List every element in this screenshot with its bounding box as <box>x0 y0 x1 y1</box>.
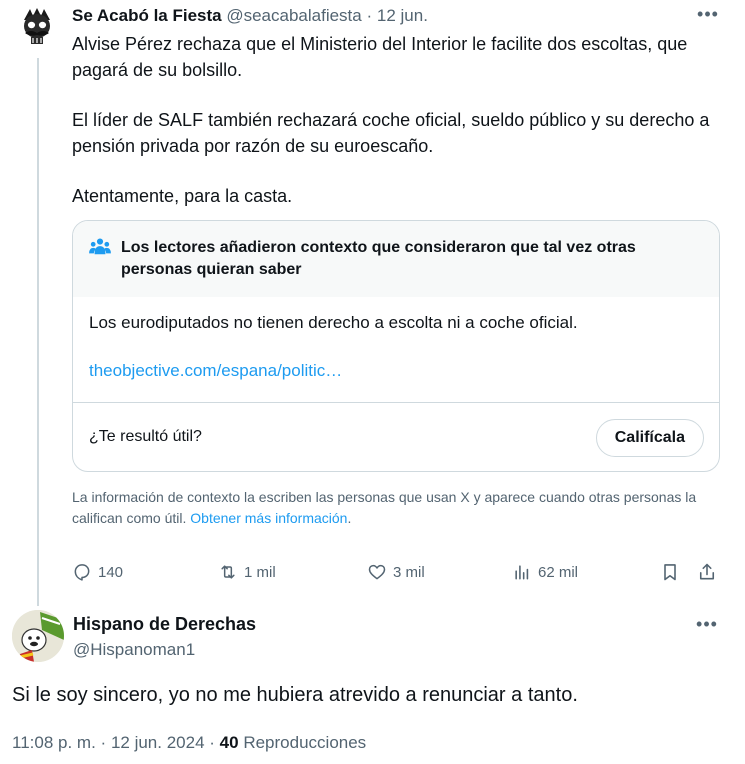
cartoon-avatar-icon <box>12 610 64 662</box>
community-note-disclaimer: La información de contexto la escriben l… <box>72 487 712 529</box>
post-header: Se Acabó la Fiesta @seacabalafiesta · 12… <box>72 6 428 26</box>
author-handle[interactable]: @seacabalafiesta <box>226 6 361 25</box>
share-button[interactable] <box>697 558 717 586</box>
community-note-header: Los lectores añadieron contexto que cons… <box>73 221 719 297</box>
meta-separator: · <box>100 733 107 752</box>
reply-author-avatar[interactable] <box>12 610 64 662</box>
header-separator: · <box>366 6 373 25</box>
community-note-footer: ¿Te resultó útil? Califícala <box>73 403 719 471</box>
post-text-paragraph: Atentamente, para la casta. <box>72 186 293 206</box>
reply-metadata: 11:08 p. m. · 12 jun. 2024 · 40 Reproduc… <box>12 733 366 753</box>
helpful-question: ¿Te resultó útil? <box>89 428 202 445</box>
post-text-paragraph: Alvise Pérez rechaza que el Ministerio d… <box>72 34 688 80</box>
thread-connector-line <box>37 58 39 606</box>
like-count: 3 mil <box>393 563 425 581</box>
more-options-icon[interactable]: ••• <box>696 4 720 26</box>
like-button[interactable]: 3 mil <box>367 558 425 586</box>
repost-button[interactable]: 1 mil <box>218 558 276 586</box>
action-bar: 140 1 mil 3 mil 62 mil <box>72 558 722 586</box>
heart-icon <box>368 564 386 580</box>
post-text: Alvise Pérez rechaza que el Ministerio d… <box>72 31 712 209</box>
reply-date[interactable]: 12 jun. 2024 <box>111 733 205 752</box>
reply-icon <box>74 564 90 581</box>
bookmark-button[interactable] <box>660 558 680 586</box>
author-name[interactable]: Se Acabó la Fiesta <box>72 6 222 25</box>
reply-more-options-icon[interactable]: ••• <box>695 614 719 636</box>
reply-author-handle[interactable]: @Hispanoman1 <box>73 640 195 660</box>
community-note-source-link[interactable]: theobjective.com/espana/politic… <box>89 361 703 381</box>
share-icon <box>699 563 715 580</box>
reply-time[interactable]: 11:08 p. m. <box>12 733 96 752</box>
rate-note-button[interactable]: Califícala <box>595 419 704 457</box>
reply-text: Si le soy sincero, yo no me hubiera atre… <box>12 684 578 706</box>
learn-more-link[interactable]: Obtener más información <box>190 510 347 526</box>
disclaimer-period: . <box>347 510 352 526</box>
author-avatar[interactable] <box>16 6 58 48</box>
bookmark-icon <box>664 564 676 581</box>
reply-views-count[interactable]: 40 <box>220 733 239 752</box>
post-text-paragraph: El líder de SALF también rechazará coche… <box>72 110 710 156</box>
meta-separator: · <box>209 733 215 752</box>
repost-count: 1 mil <box>244 563 276 581</box>
community-note-heading: Los lectores añadieron contexto que cons… <box>121 239 636 278</box>
skull-avatar-icon <box>24 8 50 44</box>
reply-author-name[interactable]: Hispano de Derechas <box>73 614 256 635</box>
repost-icon <box>221 565 235 579</box>
reply-button[interactable]: 140 <box>72 558 123 586</box>
views-button[interactable]: 62 mil <box>512 558 578 586</box>
post-date[interactable]: 12 jun. <box>377 6 428 25</box>
community-note-text: Los eurodiputados no tienen derecho a es… <box>89 313 578 332</box>
reply-count: 140 <box>98 563 124 581</box>
community-note: Los lectores añadieron contexto que cons… <box>72 220 720 472</box>
disclaimer-text: La información de contexto la escriben l… <box>72 489 697 526</box>
reply-views-label[interactable]: Reproducciones <box>243 733 366 752</box>
analytics-icon <box>515 565 529 580</box>
views-count: 62 mil <box>538 563 579 581</box>
community-note-body: Los eurodiputados no tienen derecho a es… <box>73 297 719 403</box>
people-icon <box>89 238 111 255</box>
